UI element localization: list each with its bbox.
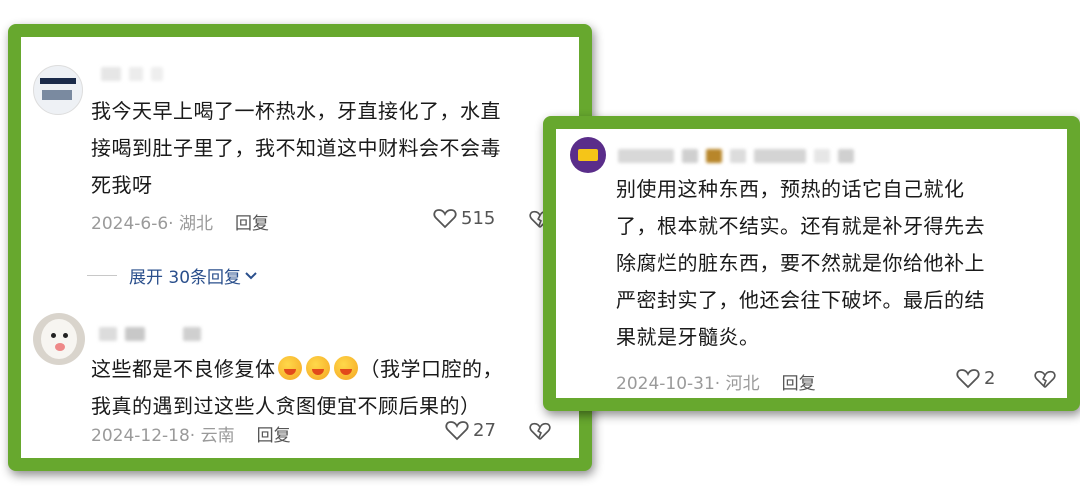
- like-button[interactable]: 515: [433, 207, 495, 229]
- broken-heart-icon[interactable]: [529, 420, 551, 442]
- date-location: 2024-10-31· 河北: [616, 374, 760, 394]
- heart-icon: [433, 207, 457, 229]
- reply-button[interactable]: 回复: [257, 421, 291, 446]
- expand-replies-button[interactable]: 展开 30条回复: [87, 263, 257, 288]
- divider-line: [87, 275, 117, 276]
- like-count: 2: [984, 367, 996, 389]
- like-count: 27: [473, 419, 496, 441]
- avatar[interactable]: [570, 137, 606, 173]
- date-location: 2024-12-18· 云南: [91, 426, 235, 446]
- comment-meta: 2024-12-18· 云南 回复: [91, 421, 291, 446]
- chevron-down-icon: [245, 271, 257, 281]
- comment-text: 别使用这种东西，预热的话它自己就化 了，根本就不结实。还有就是补牙得先去 除腐烂…: [616, 177, 985, 349]
- username-blurred[interactable]: [618, 149, 854, 163]
- like-button[interactable]: 27: [445, 419, 496, 441]
- username-blurred[interactable]: [101, 67, 163, 81]
- reply-button[interactable]: 回复: [235, 209, 269, 234]
- comment-meta: 2024-6-6· 湖北 回复: [91, 209, 269, 234]
- avatar[interactable]: [33, 313, 85, 365]
- like-button[interactable]: 2: [956, 367, 995, 389]
- laughing-emoji: [277, 356, 302, 380]
- laughing-emoji: [305, 356, 330, 380]
- reply-button[interactable]: 回复: [782, 369, 816, 394]
- comment-text: 这些都是不良修复体 （我学口腔的， 我真的遇到过这些人贪图便宜不顾后果的）: [91, 356, 503, 418]
- avatar[interactable]: [33, 65, 83, 115]
- laughing-emoji: [333, 356, 358, 380]
- date-location: 2024-6-6· 湖北: [91, 214, 213, 234]
- username-blurred[interactable]: [99, 327, 201, 341]
- comment-card-left: 我今天早上喝了一杯热水，牙直接化了，水直 接喝到肚子里了，我不知道这中财料会不会…: [8, 24, 592, 471]
- comment-text: 我今天早上喝了一杯热水，牙直接化了，水直 接喝到肚子里了，我不知道这中财料会不会…: [91, 99, 501, 197]
- broken-heart-icon[interactable]: [1034, 368, 1056, 390]
- comment-meta: 2024-10-31· 河北 回复: [616, 369, 816, 394]
- heart-icon: [956, 367, 980, 389]
- comment-card-right: 别使用这种东西，预热的话它自己就化 了，根本就不结实。还有就是补牙得先去 除腐烂…: [543, 116, 1080, 411]
- like-count: 515: [461, 207, 496, 229]
- heart-icon: [445, 419, 469, 441]
